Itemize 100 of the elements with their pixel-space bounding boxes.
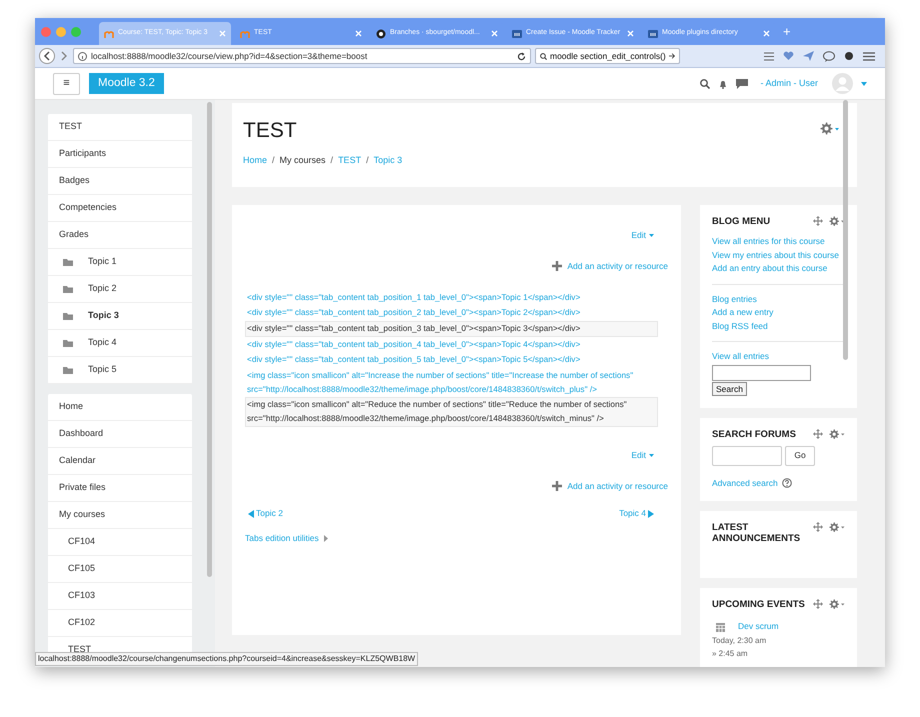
breadcrumb-link[interactable]: TEST <box>338 154 362 168</box>
moodle-logo-icon <box>240 28 250 38</box>
breadcrumb-link[interactable]: My courses <box>280 154 326 168</box>
plus-icon <box>552 261 562 272</box>
drawer-item[interactable]: Topic 1 <box>48 249 192 276</box>
move-icon <box>813 599 823 610</box>
drawer-item[interactable]: Competencies <box>48 195 192 222</box>
blog-link[interactable]: Blog RSS feed <box>712 320 845 333</box>
blog-link[interactable]: View all entries <box>712 350 845 364</box>
scrollbar-thumb[interactable] <box>843 100 848 360</box>
settings-menu-icon <box>820 122 840 135</box>
triangle-right-icon <box>324 534 328 542</box>
edit-menu-link[interactable]: Edit <box>631 229 654 242</box>
drawer-item[interactable]: Home <box>48 394 192 421</box>
drawer-item[interactable]: CF103 <box>48 583 192 610</box>
search-icon <box>700 78 710 88</box>
triangle-right-icon <box>648 510 654 518</box>
drawer-item[interactable]: Badges <box>48 168 192 195</box>
go-button[interactable]: Go <box>785 446 815 466</box>
forward-icon <box>59 50 69 62</box>
code-line[interactable]: <div style="" class="tab_content tab_position_5 tab_level_0"><span>Topic 5</span></div> <box>245 352 658 368</box>
drawer-item[interactable]: Participants <box>48 141 192 168</box>
round-logo-icon <box>376 28 386 38</box>
triangle-left-icon <box>248 510 254 518</box>
breadcrumb-separator: / <box>330 154 334 167</box>
drawer-item[interactable]: Topic 5 <box>48 357 192 384</box>
blog-link[interactable]: Blog entries <box>712 292 845 306</box>
settings-menu-icon <box>829 428 845 440</box>
code-line[interactable]: <div style="" class="tab_content tab_position_2 tab_level_0"><span>Topic 2</span></div> <box>245 305 658 321</box>
drawer-item[interactable]: Topic 3 <box>48 303 192 330</box>
drawer-item[interactable]: My courses <box>48 502 192 529</box>
blog-link[interactable]: Add an entry about this course <box>712 262 845 276</box>
help-icon <box>782 478 792 488</box>
plus-icon <box>552 480 562 491</box>
breadcrumb-link[interactable]: Home <box>243 154 268 168</box>
search-button[interactable]: Search <box>712 382 747 396</box>
close-icon <box>627 30 634 37</box>
folder-icon <box>63 366 73 374</box>
breadcrumb-separator: / <box>366 154 369 167</box>
folder-icon <box>63 339 73 347</box>
arrow-right-icon <box>668 52 675 60</box>
page-title: TEST <box>243 118 298 144</box>
reload-icon <box>517 52 526 60</box>
code-line[interactable]: <div style="" class="tab_content tab_position_1 tab_level_0"><span>Topic 1</span></div> <box>245 290 658 306</box>
back-icon <box>39 48 55 64</box>
caret-icon <box>649 234 654 237</box>
event-time: Today, 2:30 am <box>712 635 768 647</box>
caret-icon <box>861 82 867 86</box>
menu-button[interactable]: ≡ <box>53 72 80 94</box>
move-icon <box>813 428 823 438</box>
next-section-link[interactable]: Topic 4 <box>619 507 654 520</box>
event-link[interactable]: Dev scrum <box>738 620 779 633</box>
moodle-logo-icon <box>104 28 114 38</box>
move-icon <box>813 522 823 532</box>
tracker-logo-icon <box>512 28 522 38</box>
move-icon <box>813 216 823 226</box>
block-title: BLOG MENU <box>712 216 772 227</box>
list-icon <box>764 52 774 60</box>
code-line[interactable]: <div style="" class="tab_content tab_position_4 tab_level_0"><span>Topic 4</span></div> <box>245 336 658 352</box>
search-input-field[interactable] <box>712 364 811 380</box>
advanced-search-link[interactable]: Advanced search <box>712 476 778 490</box>
address-field[interactable]: localhost:8888/moodle32/course/view.php?id=4&section=3&theme=boost <box>73 48 531 64</box>
drawer-item[interactable]: Topic 4 <box>48 330 192 357</box>
send-icon <box>803 51 814 61</box>
block-title: UPCOMING EVENTS <box>712 599 806 610</box>
folder-icon <box>63 312 73 320</box>
drawer-item[interactable]: CF102 <box>48 610 192 637</box>
chat-icon <box>736 78 748 88</box>
drawer-item[interactable]: Calendar <box>48 448 192 475</box>
edit-menu-link[interactable]: Edit <box>631 448 654 462</box>
drawer-item[interactable]: Dashboard <box>48 421 192 448</box>
brand-logo[interactable]: Moodle 3.2 <box>89 73 164 94</box>
drawer-item[interactable]: Grades <box>48 222 192 249</box>
close-icon <box>491 30 498 37</box>
breadcrumb-link[interactable]: Topic 3 <box>374 154 402 168</box>
tracker-logo-icon <box>648 28 658 38</box>
add-activity-link[interactable]: Add an activity or resource <box>552 480 668 492</box>
drawer-item[interactable]: Private files <box>48 475 192 502</box>
drawer-item[interactable]: CF104 <box>48 529 192 556</box>
close-icon <box>763 30 770 37</box>
drawer-item[interactable]: TEST <box>48 114 192 141</box>
search-input-field[interactable] <box>712 446 782 466</box>
new-tab-button[interactable]: + <box>783 22 791 42</box>
previous-section-link[interactable]: Topic 2 <box>248 507 283 520</box>
drawer-item[interactable]: Topic 2 <box>48 276 192 303</box>
folder-icon <box>63 285 73 293</box>
caret-icon <box>649 454 654 457</box>
blog-link[interactable]: View all entries for this course <box>712 235 845 248</box>
scrollbar-thumb[interactable] <box>207 102 212 577</box>
utilities-link[interactable]: Tabs edition utilities <box>245 532 328 545</box>
heart-icon <box>783 51 794 61</box>
code-line[interactable]: <img class="icon smallicon" alt="Increase the number of sections" title="Increase the number of sections" src="http://localhost:8888/moodle32/theme/image.php/boost/core/1484838360/t/switch_plus" /> <box>245 368 658 398</box>
blog-link[interactable]: View my entries about this course <box>712 248 845 262</box>
status-url-tooltip: localhost:8888/moodle32/course/changenumsections.php?courseid=4&increase&sesskey=KLZ5QWB18W <box>35 652 418 666</box>
search-field[interactable]: moodle section_edit_controls() <box>535 48 680 64</box>
blog-link[interactable]: Add a new entry <box>712 306 845 320</box>
close-icon <box>355 30 362 37</box>
user-menu-link[interactable]: - Admin - User <box>760 76 818 90</box>
add-activity-link[interactable]: Add an activity or resource <box>552 260 668 272</box>
drawer-item[interactable]: CF105 <box>48 556 192 583</box>
